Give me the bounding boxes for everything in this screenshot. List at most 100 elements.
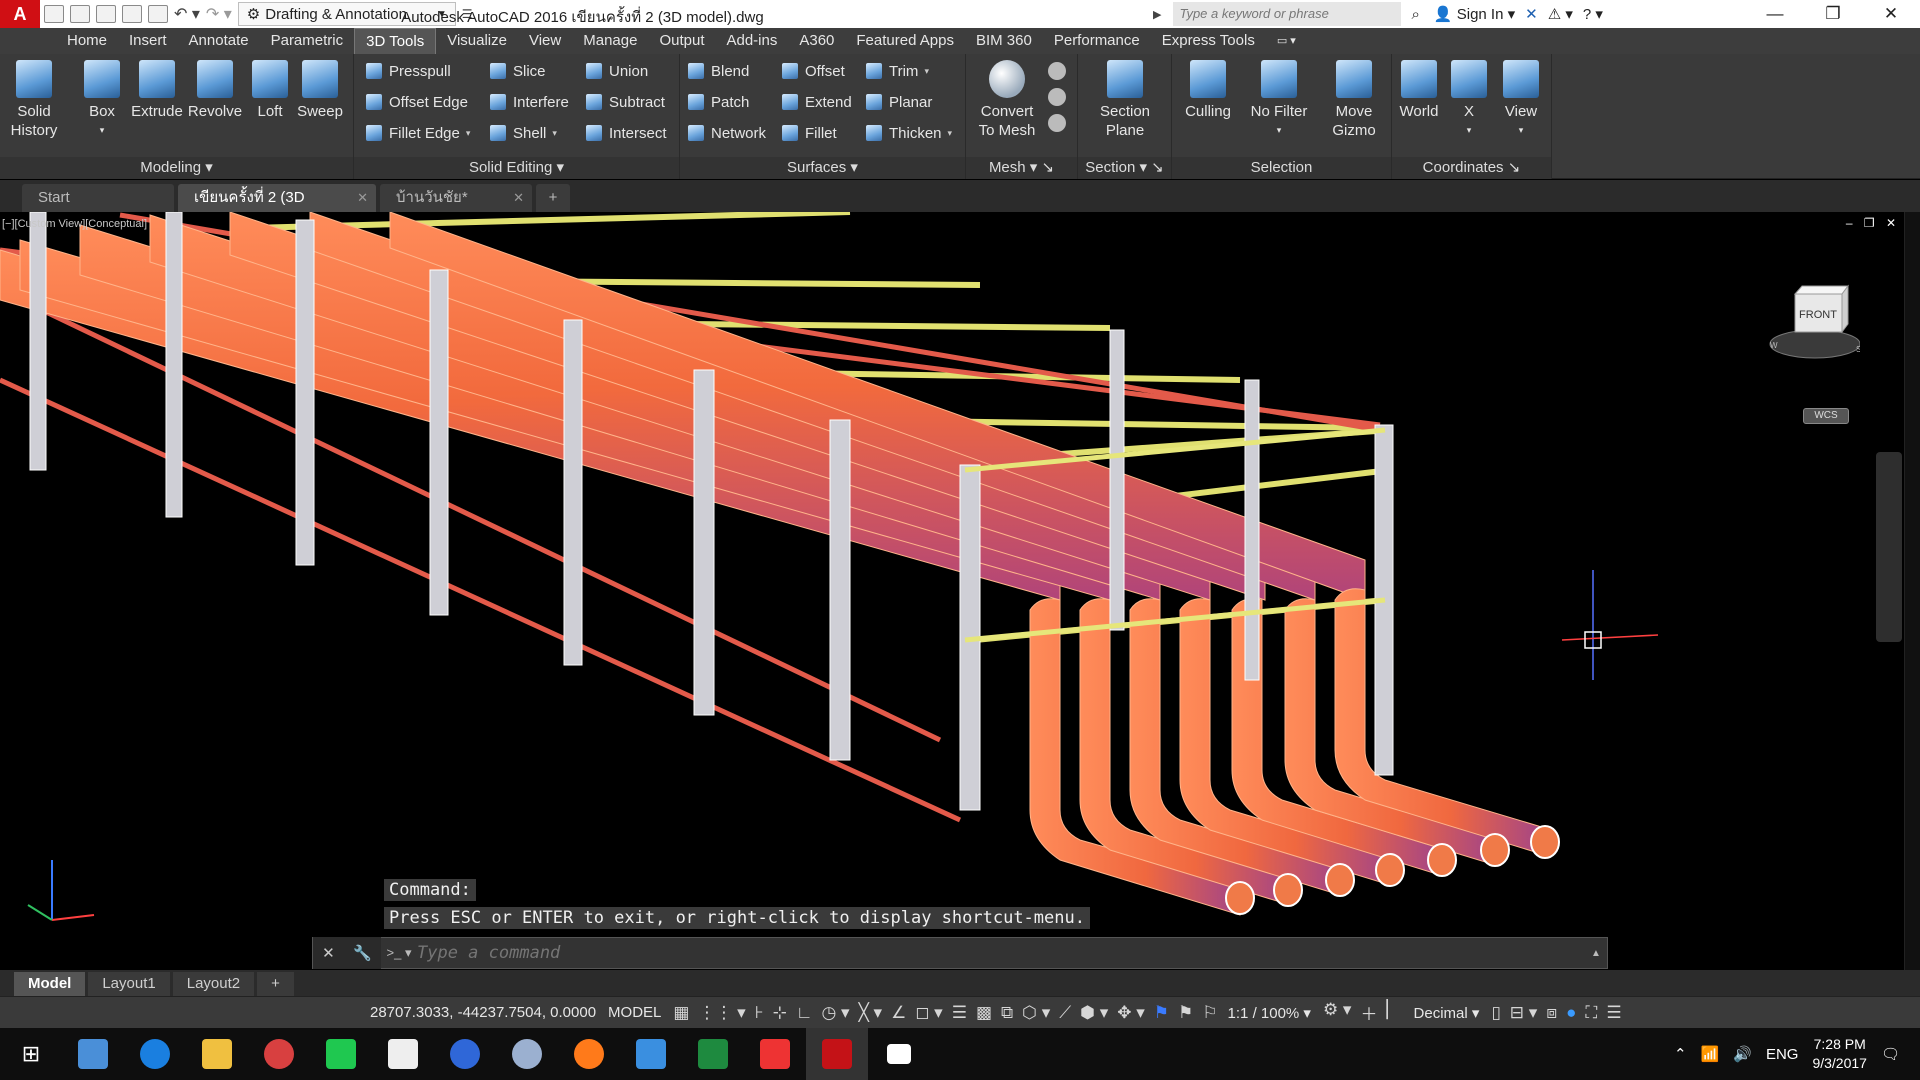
a360-icon[interactable]: ⚠ ▾ [1548, 5, 1573, 23]
selection-filter-icon[interactable]: ⬢ ▾ [1080, 1003, 1108, 1023]
taskbar-app-explorer[interactable] [186, 1028, 248, 1080]
panel-solid-editing-label[interactable]: Solid Editing ▾ [354, 157, 679, 179]
workspace-switch-icon[interactable]: ⚙ ▾ [1323, 1000, 1352, 1025]
mesh-crease-icon[interactable] [1048, 114, 1066, 132]
annotation-scale-icon[interactable]: ⚐ [1202, 1003, 1217, 1023]
taskbar-app-14[interactable] [868, 1028, 930, 1080]
lock-ui-icon[interactable]: ⊟ ▾ [1510, 1003, 1538, 1023]
taskbar-app-edge[interactable] [124, 1028, 186, 1080]
drawing-viewport[interactable]: [−][Custom View][Conceptual] – ❐ ✕ FRONT… [0, 212, 1920, 970]
gizmo-icon[interactable]: ✥ ▾ [1117, 1003, 1145, 1023]
tab-performance[interactable]: Performance [1043, 28, 1151, 54]
ucs-x-button[interactable]: X ▾ [1444, 60, 1494, 140]
sign-in-button[interactable]: 👤 Sign In ▾ [1434, 5, 1515, 23]
action-center-icon[interactable]: 🗨 [1881, 1045, 1900, 1063]
tab-visualize[interactable]: Visualize [436, 28, 518, 54]
box-button[interactable]: Box ▾ [74, 60, 130, 140]
tab-bim-360[interactable]: BIM 360 [965, 28, 1043, 54]
extend-button[interactable]: Extend [782, 91, 852, 113]
auto-scale-icon[interactable]: ⚑ [1178, 1003, 1193, 1023]
tab-add-ins[interactable]: Add-ins [715, 28, 788, 54]
annotation-scale[interactable]: 1:1 / 100% ▾ [1228, 1004, 1311, 1022]
slice-button[interactable]: Slice [490, 60, 546, 82]
wrench-icon[interactable]: 🔧 [353, 944, 372, 962]
blend-button[interactable]: Blend [688, 60, 749, 82]
layout-tab-model[interactable]: Model [14, 972, 86, 996]
wifi-icon[interactable]: 📶 [1701, 1045, 1720, 1063]
union-button[interactable]: Union [586, 60, 648, 82]
network-button[interactable]: Network [688, 122, 766, 144]
start-button[interactable]: ⊞ [0, 1028, 62, 1080]
layout-tab-layout1[interactable]: Layout1 [88, 972, 170, 996]
annotation-visibility-icon[interactable]: ⚑ [1154, 1003, 1169, 1023]
layout-tab-layout2[interactable]: Layout2 [172, 972, 255, 996]
section-plane-button[interactable]: Section Plane [1090, 60, 1160, 140]
taskbar-app-line[interactable] [310, 1028, 372, 1080]
fillet-button[interactable]: Fillet [782, 122, 837, 144]
offset-button[interactable]: Offset [782, 60, 845, 82]
subtract-button[interactable]: Subtract [586, 91, 665, 113]
tab-express-tools[interactable]: Express Tools [1151, 28, 1266, 54]
navigation-bar[interactable] [1876, 452, 1902, 642]
solid-history-button[interactable]: Solid History [6, 60, 62, 140]
model-space-button[interactable]: MODEL [608, 1004, 661, 1021]
lineweight-icon[interactable]: ☰ [952, 1003, 967, 1023]
viewport-window-controls[interactable]: – ❐ ✕ [1846, 216, 1900, 230]
tab-annotate[interactable]: Annotate [178, 28, 260, 54]
tab-view[interactable]: View [518, 28, 572, 54]
sweep-button[interactable]: Sweep [292, 60, 348, 121]
tab-a360[interactable]: A360 [788, 28, 845, 54]
volume-icon[interactable]: 🔊 [1733, 1045, 1752, 1063]
tab-insert[interactable]: Insert [118, 28, 178, 54]
customization-icon[interactable]: ☰ [1606, 1003, 1621, 1023]
binoculars-icon[interactable]: ⌕ [1411, 6, 1419, 23]
dynamic-ucs-icon[interactable]: ⟋ [1059, 1003, 1071, 1023]
panel-section-label[interactable]: Section ▾ ↘ [1078, 157, 1171, 179]
taskbar-app-firefox[interactable] [558, 1028, 620, 1080]
tab-home[interactable]: Home [56, 28, 118, 54]
viewcube[interactable]: FRONT W S [1760, 282, 1861, 372]
taskbar-app-8[interactable] [496, 1028, 558, 1080]
close-icon[interactable]: ✕ [322, 944, 335, 962]
patch-button[interactable]: Patch [688, 91, 749, 113]
add-layout-button[interactable]: + [257, 972, 294, 996]
loft-button[interactable]: Loft [242, 60, 298, 121]
new-tab-button[interactable]: + [536, 184, 570, 212]
viewcube-front-face[interactable]: FRONT [1799, 309, 1837, 321]
revolve-button[interactable]: Revolve [187, 60, 243, 121]
input-language[interactable]: ENG [1766, 1046, 1799, 1063]
isolate-objects-icon[interactable]: ⧈ [1546, 1003, 1557, 1023]
intersect-button[interactable]: Intersect [586, 122, 667, 144]
vertical-scrollbar[interactable] [1904, 212, 1920, 970]
file-tab-house[interactable]: บ้านวันชัย* ✕ [380, 184, 532, 212]
units-dropdown[interactable]: Decimal ▾ [1414, 1004, 1480, 1022]
mesh-refine-icon[interactable] [1048, 88, 1066, 106]
system-clock[interactable]: 7:28 PM 9/3/2017 [1812, 1035, 1867, 1073]
selection-cycling-icon[interactable]: ⧉ [1001, 1003, 1013, 1023]
close-tab-icon[interactable]: ✕ [513, 184, 524, 212]
viewport-controls-label[interactable]: [−][Custom View][Conceptual] [2, 218, 147, 230]
offset-edge-button[interactable]: Offset Edge [366, 91, 468, 113]
isodraft-icon[interactable]: ╳ ▾ [859, 1003, 883, 1023]
command-history-toggle-icon[interactable]: ▲ [1585, 948, 1607, 959]
no-filter-button[interactable]: No Filter ▾ [1242, 60, 1316, 140]
taskbar-app-4[interactable] [248, 1028, 310, 1080]
osnap-icon[interactable]: ◻ ▾ [915, 1003, 942, 1023]
shell-button[interactable]: Shell ▾ [490, 122, 557, 144]
tab-parametric[interactable]: Parametric [260, 28, 355, 54]
3d-osnap-icon[interactable]: ⬡ ▾ [1022, 1003, 1050, 1023]
taskbar-app-7[interactable] [434, 1028, 496, 1080]
coordinate-readout[interactable]: 28707.3033, -44237.7504, 0.0000 [370, 1004, 596, 1021]
file-tab-start[interactable]: Start [22, 184, 174, 212]
object-track-icon[interactable]: ∠ [891, 1003, 906, 1023]
close-icon[interactable]: ✕ [1862, 4, 1920, 24]
panel-modeling-label[interactable]: Modeling ▾ [0, 157, 353, 179]
search-expand-icon[interactable]: ▶ [1153, 8, 1161, 21]
taskbar-app-1[interactable] [62, 1028, 124, 1080]
taskbar-app-acrobat[interactable] [744, 1028, 806, 1080]
taskbar-app-store[interactable] [372, 1028, 434, 1080]
panel-coordinates-label[interactable]: Coordinates ↘ [1392, 157, 1551, 179]
fillet-edge-button[interactable]: Fillet Edge ▾ [366, 122, 470, 144]
tab-featured-apps[interactable]: Featured Apps [845, 28, 965, 54]
panel-mesh-label[interactable]: Mesh ▾ ↘ [966, 157, 1077, 179]
